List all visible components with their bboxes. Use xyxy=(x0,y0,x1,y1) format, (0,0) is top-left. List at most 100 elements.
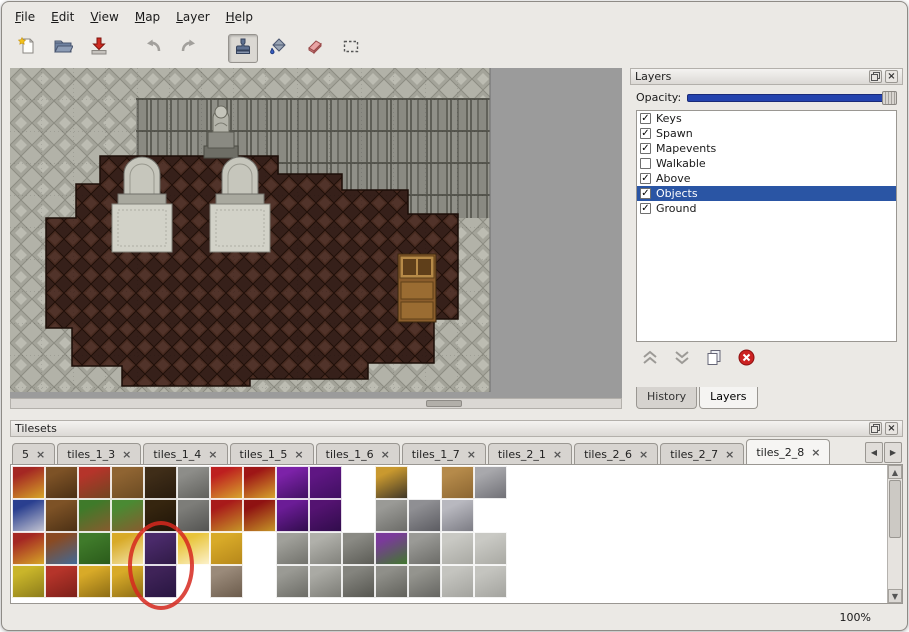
redo-button[interactable] xyxy=(174,34,204,63)
fill-tool-button[interactable] xyxy=(264,34,294,63)
tileset-tab-tiles_2_1[interactable]: tiles_2_1× xyxy=(488,443,572,464)
raise-layer-button[interactable] xyxy=(642,350,658,369)
tileset-tile[interactable] xyxy=(210,499,243,532)
tileset-tile[interactable] xyxy=(210,532,243,565)
tileset-tile[interactable] xyxy=(12,565,45,598)
scrollbar-thumb[interactable] xyxy=(426,400,462,407)
menu-help[interactable]: Help xyxy=(218,7,261,27)
tileset-tile[interactable] xyxy=(177,466,210,499)
menu-layer[interactable]: Layer xyxy=(168,7,217,27)
tileset-tile[interactable] xyxy=(474,532,507,565)
tab-close-icon[interactable]: × xyxy=(811,446,820,459)
tileset-tile[interactable] xyxy=(243,532,276,565)
tileset-tile[interactable] xyxy=(441,565,474,598)
tileset-tile[interactable] xyxy=(144,565,177,598)
tileset-tile[interactable] xyxy=(177,499,210,532)
new-file-button[interactable] xyxy=(12,34,42,63)
close-icon[interactable]: × xyxy=(885,422,898,435)
tileset-tile[interactable] xyxy=(408,499,441,532)
tab-close-icon[interactable]: × xyxy=(36,448,45,461)
opacity-slider-handle[interactable] xyxy=(882,91,897,105)
tileset-tile[interactable] xyxy=(441,499,474,532)
tileset-tile[interactable] xyxy=(78,565,111,598)
tileset-tile[interactable] xyxy=(45,499,78,532)
tileset-tab-tiles_2_7[interactable]: tiles_2_7× xyxy=(660,443,744,464)
tileset-tile[interactable] xyxy=(78,532,111,565)
tileset-tile[interactable] xyxy=(342,499,375,532)
close-icon[interactable]: × xyxy=(885,70,898,83)
tileset-tile[interactable] xyxy=(177,565,210,598)
tileset-tile[interactable] xyxy=(276,532,309,565)
tileset-tab-tiles_1_7[interactable]: tiles_1_7× xyxy=(402,443,486,464)
layer-visibility-checkbox[interactable]: ✓ xyxy=(640,128,651,139)
tileset-tile[interactable] xyxy=(243,499,276,532)
tileset-tile[interactable] xyxy=(276,466,309,499)
layer-row-ground[interactable]: ✓Ground xyxy=(637,201,896,216)
menu-file[interactable]: File xyxy=(7,7,43,27)
tileset-tile[interactable] xyxy=(144,532,177,565)
tileset-tab-tiles_1_3[interactable]: tiles_1_3× xyxy=(57,443,141,464)
tab-close-icon[interactable]: × xyxy=(122,448,131,461)
tileset-tab-tiles_1_4[interactable]: tiles_1_4× xyxy=(143,443,227,464)
layer-row-walkable[interactable]: Walkable xyxy=(637,156,896,171)
tileset-tile[interactable] xyxy=(12,499,45,532)
tab-close-icon[interactable]: × xyxy=(381,448,390,461)
tileset-tile[interactable] xyxy=(507,466,540,499)
scroll-left-icon[interactable]: ◀ xyxy=(865,442,883,463)
tileset-tile[interactable] xyxy=(507,532,540,565)
menu-map[interactable]: Map xyxy=(127,7,168,27)
tileset-tab-tiles_2_8[interactable]: tiles_2_8× xyxy=(746,439,830,464)
select-tool-button[interactable] xyxy=(336,34,366,63)
menu-edit[interactable]: Edit xyxy=(43,7,82,27)
tileset-tile[interactable] xyxy=(474,499,507,532)
tileset-tile[interactable] xyxy=(111,565,144,598)
tileset-tile[interactable] xyxy=(375,565,408,598)
tileset-scrollbar[interactable]: ▲ ▼ xyxy=(887,465,902,603)
scrollbar-thumb[interactable] xyxy=(889,480,901,538)
tileset-tile[interactable] xyxy=(111,532,144,565)
tileset-tile[interactable] xyxy=(78,466,111,499)
delete-layer-button[interactable] xyxy=(738,349,755,370)
detach-icon[interactable] xyxy=(869,70,882,83)
tileset-tile[interactable] xyxy=(507,565,540,598)
tileset-tile[interactable] xyxy=(441,532,474,565)
undo-button[interactable] xyxy=(138,34,168,63)
tileset-tile[interactable] xyxy=(474,466,507,499)
panel-tab-history[interactable]: History xyxy=(636,387,697,409)
layer-visibility-checkbox[interactable]: ✓ xyxy=(640,173,651,184)
tileset-tile[interactable] xyxy=(375,499,408,532)
menu-view[interactable]: View xyxy=(82,7,126,27)
layer-row-spawn[interactable]: ✓Spawn xyxy=(637,126,896,141)
tab-close-icon[interactable]: × xyxy=(294,448,303,461)
tileset-tile[interactable] xyxy=(309,565,342,598)
tileset-tile[interactable] xyxy=(12,466,45,499)
map-horizontal-scrollbar[interactable] xyxy=(10,398,622,409)
tileset-tile[interactable] xyxy=(342,565,375,598)
scroll-right-icon[interactable]: ▶ xyxy=(884,442,902,463)
save-button[interactable] xyxy=(84,34,114,63)
tileset-tab-tiles_2_6[interactable]: tiles_2_6× xyxy=(574,443,658,464)
tileset-tile[interactable] xyxy=(474,565,507,598)
detach-icon[interactable] xyxy=(869,422,882,435)
layer-row-objects[interactable]: ✓Objects xyxy=(637,186,896,201)
tab-close-icon[interactable]: × xyxy=(725,448,734,461)
scroll-down-icon[interactable]: ▼ xyxy=(888,589,902,603)
duplicate-layer-button[interactable] xyxy=(706,349,722,369)
tileset-tab-tiles_1_5[interactable]: tiles_1_5× xyxy=(230,443,314,464)
tileset-tile[interactable] xyxy=(111,499,144,532)
panel-tab-layers[interactable]: Layers xyxy=(699,387,757,409)
tileset-tile[interactable] xyxy=(144,499,177,532)
layer-row-mapevents[interactable]: ✓Mapevents xyxy=(637,141,896,156)
tileset-tile[interactable] xyxy=(342,466,375,499)
tileset-tile[interactable] xyxy=(408,565,441,598)
lower-layer-button[interactable] xyxy=(674,350,690,369)
tileset-tile[interactable] xyxy=(375,532,408,565)
tileset-tile[interactable] xyxy=(45,532,78,565)
layer-row-above[interactable]: ✓Above xyxy=(637,171,896,186)
layer-visibility-checkbox[interactable]: ✓ xyxy=(640,143,651,154)
tab-close-icon[interactable]: × xyxy=(467,448,476,461)
tileset-tile[interactable] xyxy=(177,532,210,565)
tab-close-icon[interactable]: × xyxy=(639,448,648,461)
tileset-tab-tiles_1_6[interactable]: tiles_1_6× xyxy=(316,443,400,464)
layer-row-keys[interactable]: ✓Keys xyxy=(637,111,896,126)
